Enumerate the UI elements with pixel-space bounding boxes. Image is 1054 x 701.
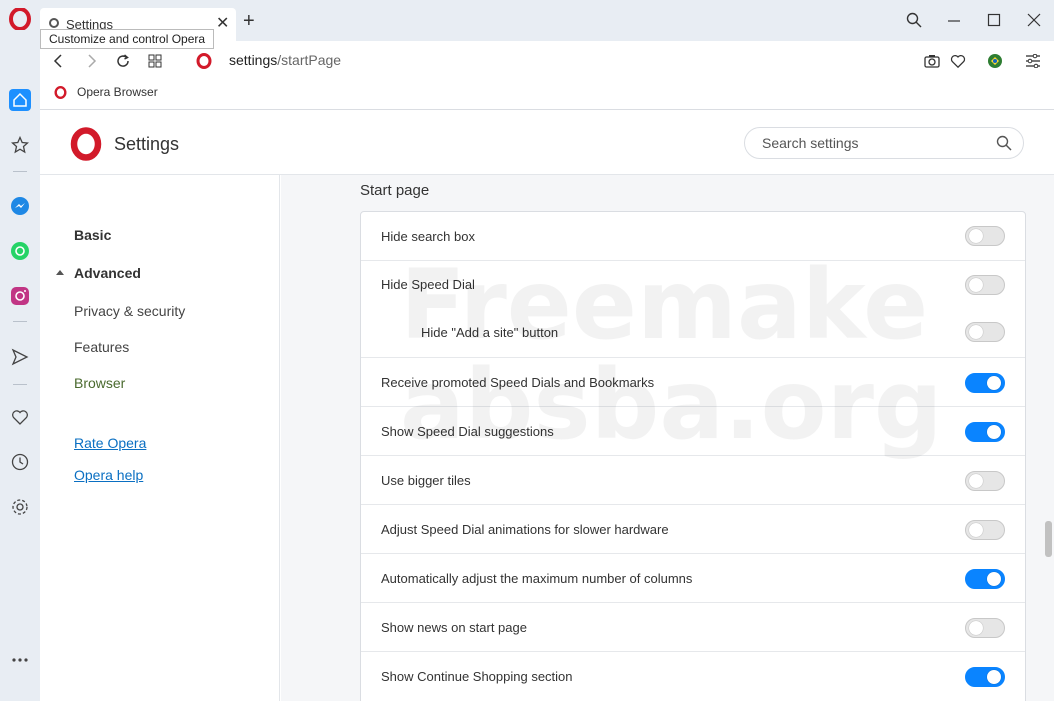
settings-gear-icon[interactable] [9, 496, 31, 518]
start-page-card: Hide search box Hide Speed Dial Hide "Ad… [360, 211, 1026, 701]
bookmarks-bar: Opera Browser [40, 80, 1054, 110]
nav-privacy-security[interactable]: Privacy & security [74, 303, 185, 319]
toggle-knob [987, 376, 1001, 390]
opera-help-link[interactable]: Opera help [74, 467, 143, 483]
search-box [744, 127, 1024, 159]
search-icon[interactable] [996, 135, 1012, 151]
close-tab-icon[interactable]: ✕ [216, 16, 229, 32]
nav-browser[interactable]: Browser [74, 375, 125, 391]
setting-label: Show Speed Dial suggestions [381, 424, 554, 439]
toggle-knob [969, 621, 983, 635]
setting-row: Show news on start page [361, 602, 1025, 651]
nav-advanced[interactable]: Advanced [74, 265, 141, 281]
toggle-knob [987, 670, 1001, 684]
opera-icon [54, 85, 67, 99]
divider [13, 321, 27, 322]
extension-icon[interactable] [984, 50, 1006, 72]
minimize-icon[interactable] [944, 10, 964, 30]
page-title: Settings [114, 134, 180, 154]
heart-icon[interactable] [9, 406, 31, 428]
toggle-knob [969, 229, 983, 243]
instagram-icon[interactable] [9, 285, 31, 307]
setting-row: Adjust Speed Dial animations for slower … [361, 504, 1025, 553]
setting-label: Adjust Speed Dial animations for slower … [381, 522, 669, 537]
forward-icon[interactable] [80, 50, 102, 72]
setting-label: Hide Speed Dial [381, 277, 475, 292]
setting-label: Use bigger tiles [381, 473, 471, 488]
maximize-icon[interactable] [984, 10, 1004, 30]
tooltip: Customize and control Opera [40, 29, 215, 49]
divider [13, 384, 27, 385]
toggle-switch[interactable] [965, 520, 1005, 540]
toggle-switch[interactable] [965, 618, 1005, 638]
new-tab-button[interactable]: + [243, 11, 255, 31]
toggle-switch[interactable] [965, 373, 1005, 393]
toggle-switch[interactable] [965, 226, 1005, 246]
more-icon[interactable] [9, 649, 31, 671]
toggle-switch[interactable] [965, 422, 1005, 442]
setting-label: Hide search box [381, 229, 475, 244]
url-field[interactable]: settings/startPage [229, 52, 341, 68]
toggle-knob [987, 572, 1001, 586]
toggle-knob [987, 425, 1001, 439]
setting-label: Automatically adjust the maximum number … [381, 571, 693, 586]
divider [13, 171, 27, 172]
opera-page-icon [193, 50, 215, 72]
bookmark-label: Opera Browser [77, 85, 158, 99]
settings-content: Start page Hide search box Hide Speed Di… [281, 175, 1054, 701]
close-window-icon[interactable] [1024, 10, 1044, 30]
toggle-switch[interactable] [965, 667, 1005, 687]
whatsapp-icon[interactable] [9, 240, 31, 262]
sidebar [0, 41, 40, 701]
setting-label: Hide "Add a site" button [421, 325, 559, 340]
scrollbar-thumb[interactable] [1045, 521, 1052, 557]
setting-label: Show news on start page [381, 620, 527, 635]
toggle-knob [969, 523, 983, 537]
camera-icon[interactable] [921, 50, 943, 72]
reload-icon[interactable] [112, 50, 134, 72]
setting-row: Receive promoted Speed Dials and Bookmar… [361, 357, 1025, 406]
toggle-knob [969, 325, 983, 339]
setting-row: Automatically adjust the maximum number … [361, 553, 1025, 602]
history-icon[interactable] [9, 451, 31, 473]
messenger-icon[interactable] [9, 195, 31, 217]
setting-row: Hide Speed Dial [361, 260, 1025, 309]
toggle-knob [969, 278, 983, 292]
caret-up-icon[interactable] [56, 270, 64, 275]
section-title: Start page [360, 182, 430, 199]
setting-row: Hide "Add a site" button [361, 309, 1025, 358]
setting-row: Show Speed Dial suggestions [361, 406, 1025, 455]
setting-label: Receive promoted Speed Dials and Bookmar… [381, 375, 655, 390]
rate-opera-link[interactable]: Rate Opera [74, 435, 146, 451]
speed-dial-icon[interactable] [144, 50, 166, 72]
bookmark-heart-icon[interactable] [947, 50, 969, 72]
search-tabs-icon[interactable] [904, 10, 924, 30]
settings-header: Settings [40, 111, 1054, 175]
opera-menu-icon[interactable] [9, 7, 31, 31]
setting-label: Show Continue Shopping section [381, 669, 573, 684]
back-icon[interactable] [48, 50, 70, 72]
toggle-switch[interactable] [965, 471, 1005, 491]
setting-row: Use bigger tiles [361, 455, 1025, 504]
toggle-switch[interactable] [965, 322, 1005, 342]
easy-setup-icon[interactable] [1022, 50, 1044, 72]
toggle-switch[interactable] [965, 275, 1005, 295]
toggle-knob [969, 474, 983, 488]
bookmark-item[interactable]: Opera Browser [54, 85, 158, 99]
send-icon[interactable] [9, 346, 31, 368]
star-icon[interactable] [9, 134, 31, 156]
opera-logo-icon [70, 127, 102, 161]
setting-row: Hide search box [361, 212, 1025, 261]
nav-features[interactable]: Features [74, 339, 129, 355]
url-host: settings [229, 52, 278, 68]
setting-row: Show Continue Shopping section [361, 651, 1025, 700]
gear-icon [48, 16, 60, 28]
nav-basic[interactable]: Basic [74, 227, 111, 243]
settings-nav: Basic Advanced Privacy & security Featur… [40, 175, 280, 701]
toggle-switch[interactable] [965, 569, 1005, 589]
url-path: /startPage [277, 52, 342, 68]
search-input[interactable] [762, 135, 982, 151]
home-icon[interactable] [9, 89, 31, 111]
